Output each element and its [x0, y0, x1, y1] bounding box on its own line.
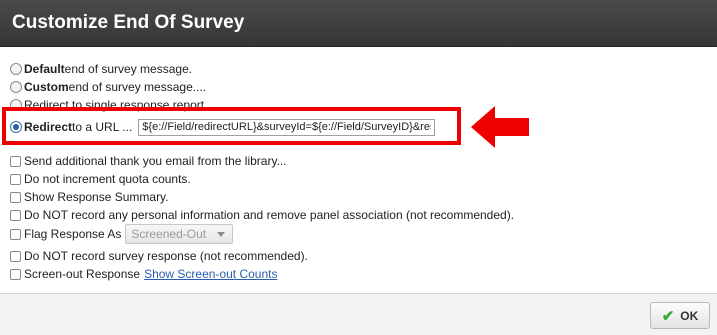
dialog-title: Customize End Of Survey: [12, 12, 245, 33]
chevron-down-icon: [217, 232, 226, 237]
dialog-content: Default end of survey message. Custom en…: [0, 47, 717, 294]
checkbox-no-personal-info[interactable]: Do NOT record any personal information a…: [10, 207, 514, 223]
checkbox-screen-out-response[interactable]: Screen-out Response Show Screen-out Coun…: [10, 266, 277, 282]
radio-custom[interactable]: [10, 81, 22, 93]
checkbox-quota-counts[interactable]: Do not increment quota counts.: [10, 171, 191, 187]
checkmark-icon: ✔: [661, 307, 675, 325]
checkbox-thank-you[interactable]: [10, 155, 21, 167]
radio-default[interactable]: [10, 63, 22, 75]
checkbox-no-record-response[interactable]: Do NOT record survey response (not recom…: [10, 248, 308, 264]
checkbox-quota[interactable]: [10, 173, 21, 185]
checkbox-no-record[interactable]: [10, 250, 21, 262]
show-screen-out-counts-link[interactable]: Show Screen-out Counts: [144, 267, 277, 281]
ok-button[interactable]: ✔ OK: [650, 302, 710, 329]
flag-response-select[interactable]: Screened-Out: [125, 224, 234, 244]
checkbox-summary[interactable]: [10, 191, 21, 203]
highlight-box: [2, 107, 461, 145]
dialog-titlebar: Customize End Of Survey: [0, 0, 717, 47]
option-default[interactable]: Default end of survey message.: [10, 61, 192, 77]
left-arrow-icon: [471, 106, 529, 148]
checkbox-no-pii[interactable]: [10, 209, 21, 221]
dialog-footer: ✔ OK: [0, 294, 717, 335]
checkbox-flag[interactable]: [10, 228, 21, 240]
option-custom[interactable]: Custom end of survey message....: [10, 79, 206, 95]
checkbox-response-summary[interactable]: Show Response Summary.: [10, 189, 169, 205]
checkbox-flag-response[interactable]: Flag Response As Screened-Out: [10, 224, 234, 244]
checkbox-thank-you-email[interactable]: Send additional thank you email from the…: [10, 153, 287, 169]
checkbox-screen-out[interactable]: [10, 268, 21, 280]
